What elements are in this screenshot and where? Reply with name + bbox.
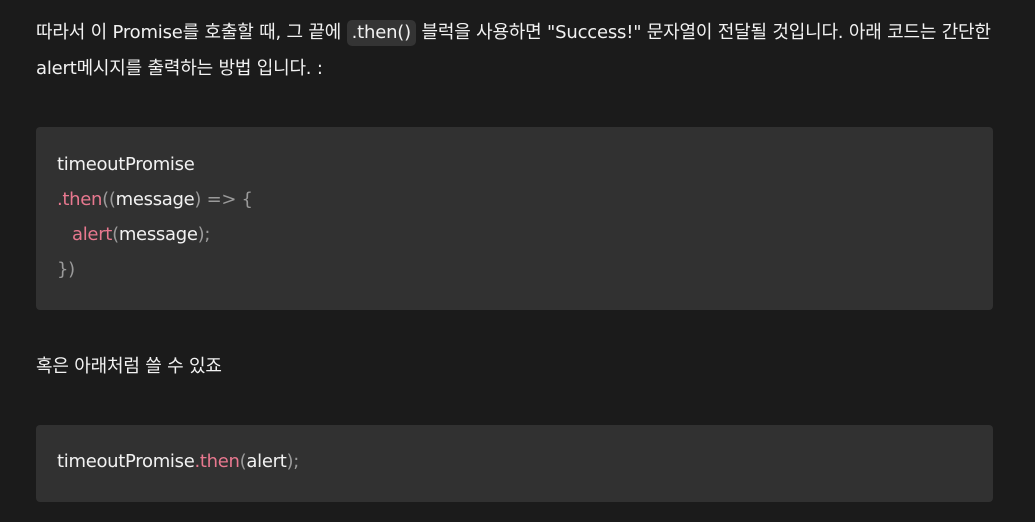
code-token-punctuation: }) — [57, 259, 75, 280]
code-token-method: alert — [72, 224, 113, 245]
code-token-punctuation: ) => { — [194, 189, 253, 210]
code-token-identifier: timeoutPromise — [57, 451, 195, 472]
paragraph-text-part-1: 따라서 이 Promise를 호출할 때, 그 끝에 — [36, 22, 347, 43]
code-token-punctuation: (( — [102, 189, 116, 210]
code-line-1: timeoutPromise.then(alert); — [57, 444, 993, 479]
code-token-method: .then — [194, 451, 240, 472]
inline-code-then: .then() — [346, 20, 416, 46]
code-block-then-alert: timeoutPromise.then(alert); — [36, 425, 993, 502]
paragraph-alternative: 혹은 아래처럼 쓸 수 있죠 — [36, 349, 996, 385]
code-line-1: timeoutPromise — [57, 147, 993, 182]
paragraph-text: 혹은 아래처럼 쓸 수 있죠 — [36, 356, 222, 377]
code-token-identifier: timeoutPromise — [57, 154, 195, 175]
code-token-argument: message — [118, 224, 198, 245]
paragraph-then-explanation: 따라서 이 Promise를 호출할 때, 그 끝에 .then() 블럭을 사… — [36, 15, 996, 87]
code-token-punctuation: ); — [286, 451, 299, 472]
code-token-method: .then — [57, 189, 103, 210]
code-block-then-alert-message: timeoutPromise .then((message) => { aler… — [36, 127, 993, 310]
page: 따라서 이 Promise를 호출할 때, 그 끝에 .then() 블럭을 사… — [0, 0, 1035, 522]
code-line-2: .then((message) => { — [57, 182, 993, 217]
code-token-punctuation: ( — [112, 224, 119, 245]
code-token-argument: alert — [246, 451, 287, 472]
code-token-punctuation: ); — [197, 224, 211, 245]
code-token-parameter: message — [115, 189, 195, 210]
code-line-4: }) — [57, 252, 993, 287]
code-line-3: alert(message); — [57, 217, 993, 252]
